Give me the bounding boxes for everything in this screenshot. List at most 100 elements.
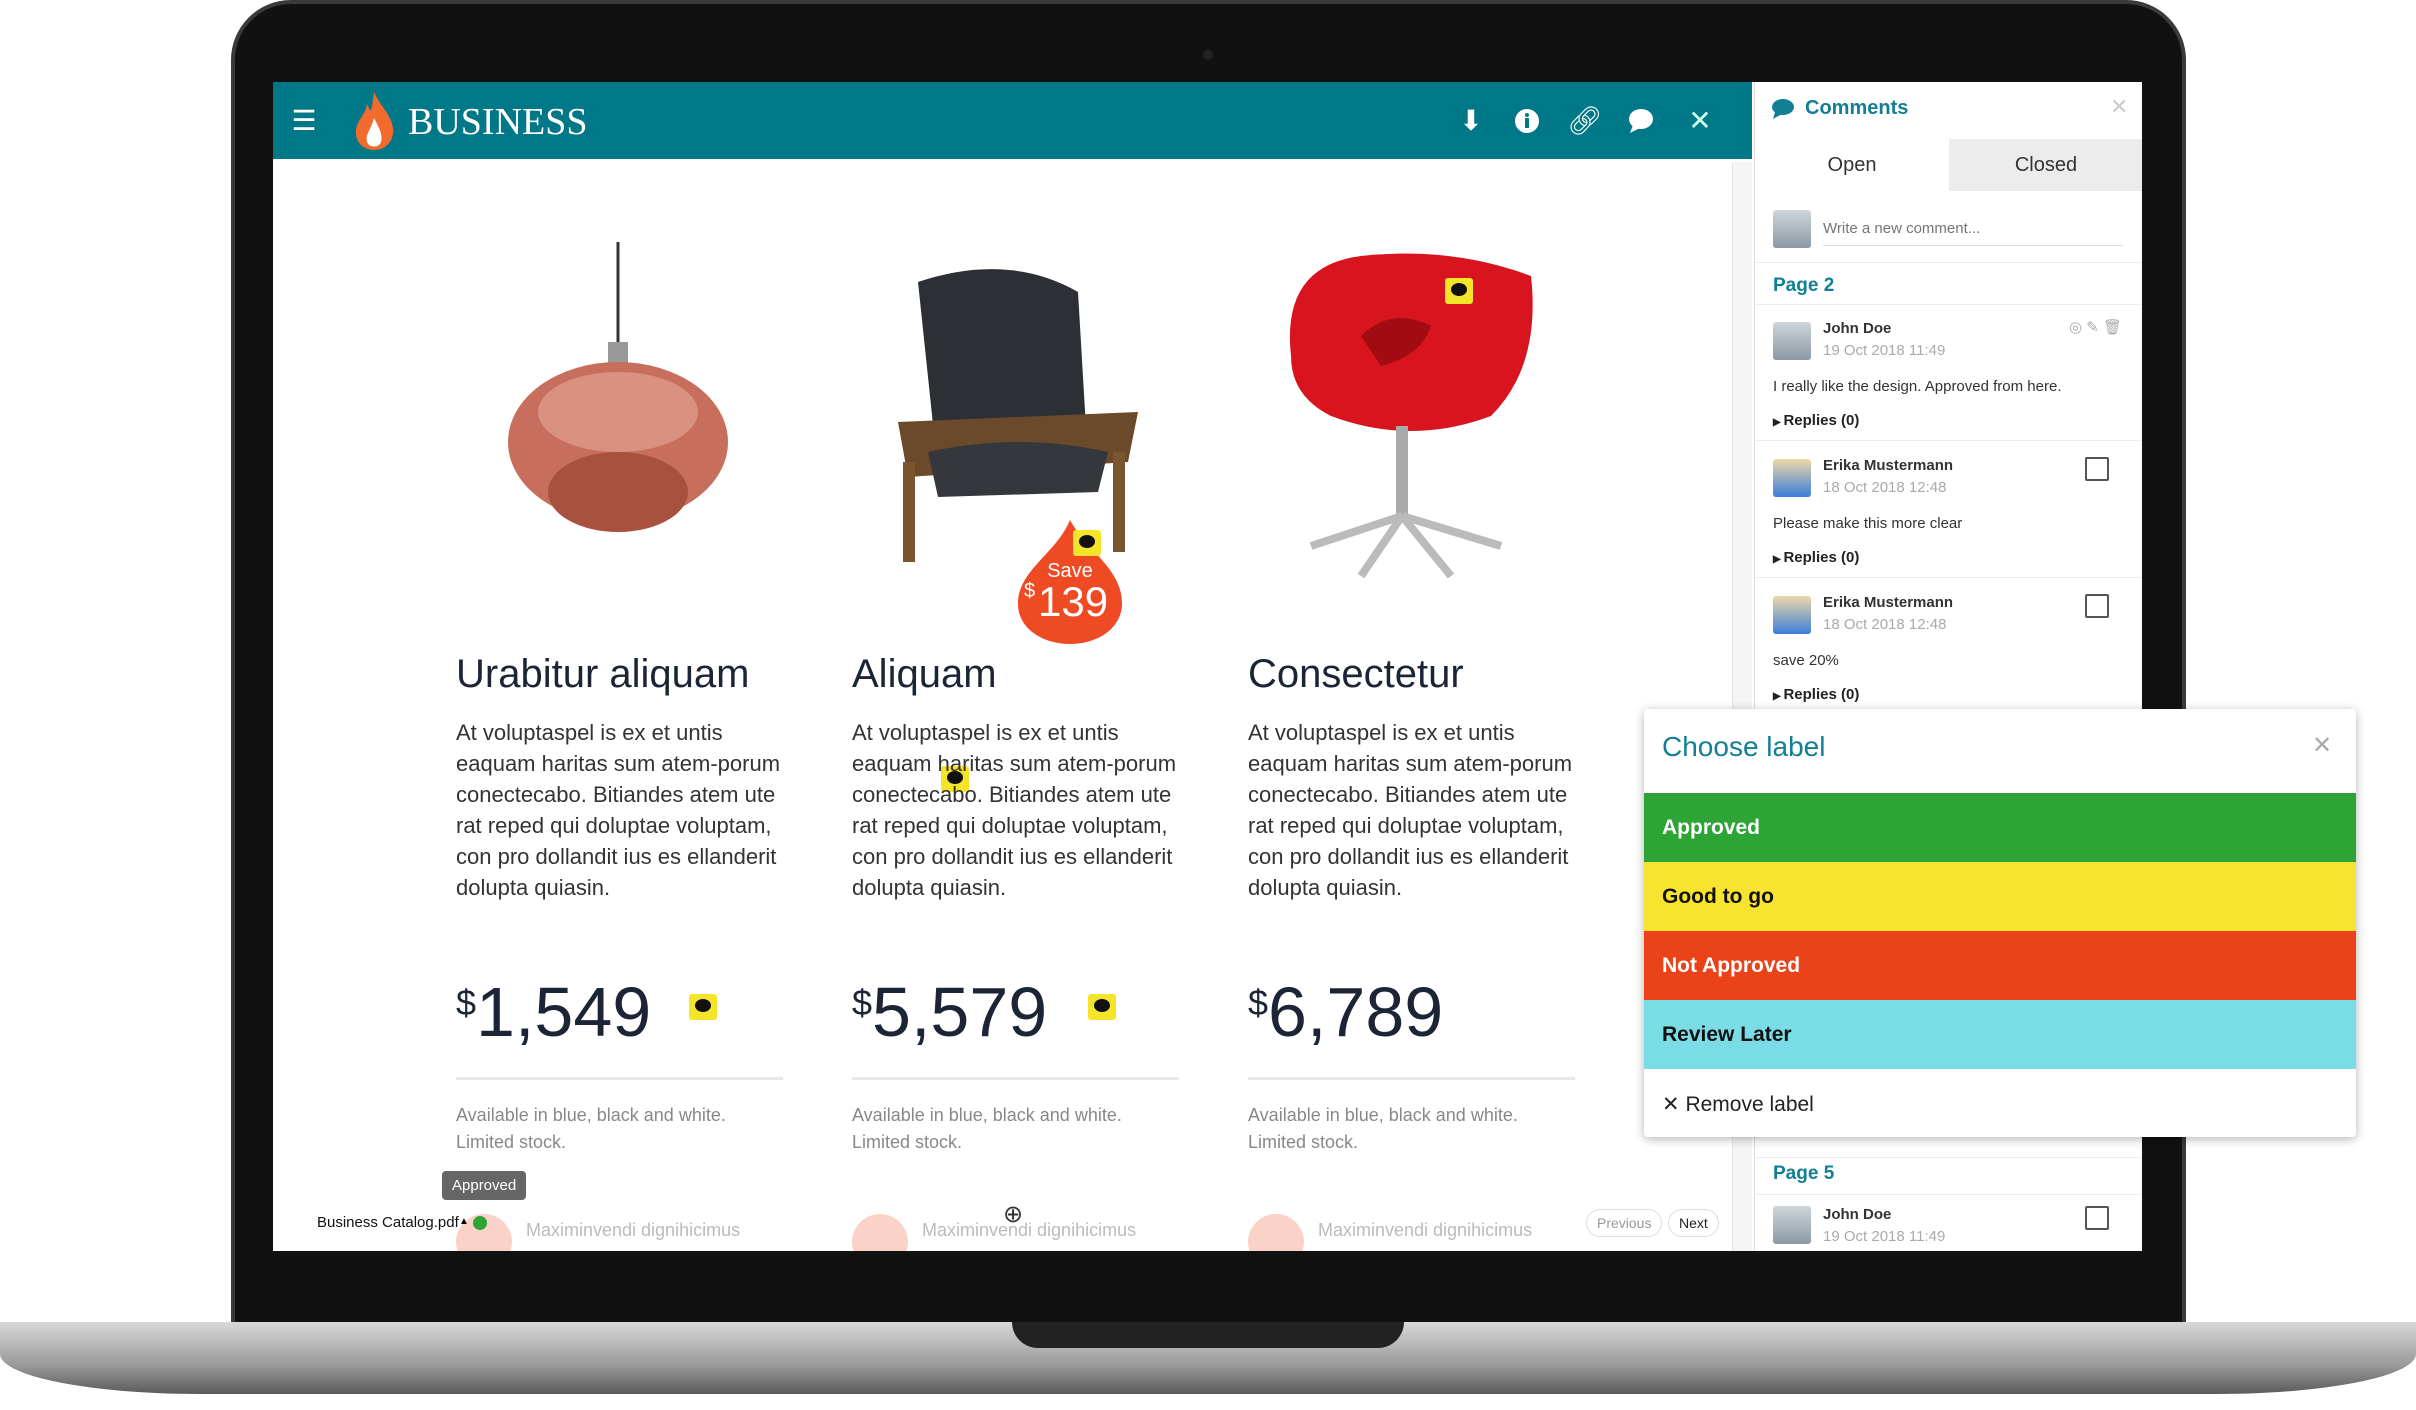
next-button[interactable]: Next [1668,1209,1719,1237]
feature-teaser: Maximinvendi dignihicimus [1318,1220,1533,1240]
resolve-checkbox[interactable] [2085,594,2109,618]
status-dot[interactable] [473,1216,487,1230]
comment-date: 18 Oct 2018 12:48 [1823,479,1947,496]
previous-button[interactable]: Previous [1586,1209,1663,1237]
label-option[interactable]: Not Approved [1644,931,2356,1000]
choose-label-dialog: Choose label ✕ Approved Good to go Not App… [1644,709,2356,1137]
comment-author: John Doe [1823,320,1892,337]
divider [1755,1194,2142,1195]
product-description: At voluptaspel is ex et untis eaquam har… [852,720,1177,900]
comment-date: 19 Oct 2018 11:49 [1823,342,1946,359]
label-option[interactable]: Review Later [1644,1000,2356,1069]
feature-teaser: Maximinvendi dignihicimus [526,1220,741,1240]
divider [1248,1077,1575,1080]
feature-teaser: Maximinvendi dignihicimus [922,1220,1137,1240]
download-icon[interactable]: ⬇ [1454,104,1488,138]
caret-right-icon: ▶ [1773,417,1784,428]
caret-right-icon: ▶ [1773,691,1784,702]
comment-marker[interactable] [689,994,717,1020]
tab-closed[interactable]: Closed [1949,139,2142,191]
remove-label-button[interactable]: ✕ Remove label [1644,1070,2356,1139]
save-badge: Save $ 139 [1016,520,1124,644]
link-icon[interactable]: 🔗︎ [1567,104,1603,138]
status-tooltip: Approved [442,1171,527,1200]
availability-text: Available in blue, black and white. [1248,1105,1518,1125]
stock-text: Limited stock. [852,1132,963,1152]
brand-name: BUSINESS [408,101,588,143]
stock-text: Limited stock. [1248,1132,1359,1152]
resolve-checkbox[interactable] [2085,457,2109,481]
app-header: ☰ BUSINESS ⬇ 🔗︎ ✕ [273,82,1752,159]
page-label: Page 5 [1773,1163,1835,1184]
comment-icon [1772,99,1794,119]
product-title: Consectetur [1248,652,1464,696]
close-panel-icon[interactable]: ✕ [2110,94,2128,120]
divider [1755,262,2142,263]
tab-open[interactable]: Open [1755,139,1949,191]
eye-icon[interactable]: ◎ [2069,319,2082,336]
edit-icon[interactable]: ✎ [2086,319,2099,336]
avatar [1773,459,1811,497]
page-label: Page 2 [1773,275,1835,296]
comment-author: John Doe [1823,1206,1892,1223]
divider [1755,1157,2142,1158]
camera [1203,50,1213,60]
product-price: $5,579 [852,973,1048,1051]
label-option[interactable]: Good to go [1644,862,2356,931]
avatar [1773,596,1811,634]
comment-actions: ◎ ✎ 🗑︎ [2069,318,2122,336]
availability-text: Available in blue, black and white. [852,1105,1122,1125]
comment-card[interactable]: John Doe 19 Oct 2018 11:49 [1755,1194,2142,1251]
close-icon[interactable]: ✕ [1683,104,1717,138]
comment-marker[interactable] [1073,530,1101,556]
replies-toggle[interactable]: ▶ Replies (0) [1773,549,1859,566]
label-option[interactable]: Approved [1644,793,2356,862]
comment-date: 19 Oct 2018 11:49 [1823,1228,1946,1245]
trash-icon[interactable]: 🗑︎ [2103,319,2122,336]
product-description: At voluptaspel is ex et untis eaquam har… [1248,720,1573,900]
divider [852,1077,1179,1080]
x-icon: ✕ [1662,1093,1686,1116]
product-title: Aliquam [852,652,997,696]
comment-text: I really like the design. Approved from … [1773,378,2062,395]
close-dialog-icon[interactable]: ✕ [2312,731,2332,760]
replies-toggle[interactable]: ▶ Replies (0) [1773,686,1859,703]
feature-icon [852,1214,908,1251]
zoom-in-icon[interactable]: ⊕ [1003,1200,1023,1229]
pendant-lamp-image [508,242,728,532]
comment-marker[interactable] [1088,994,1116,1020]
comment-text: Please make this more clear [1773,515,1963,532]
divider [456,1077,783,1080]
panel-title: Comments [1805,97,1909,119]
product-title: Urabitur aliquam [456,652,750,696]
comment-marker[interactable] [1445,278,1473,304]
availability-text: Available in blue, black and white. [456,1105,726,1125]
comment-author: Erika Mustermann [1823,594,1954,611]
avatar [1773,322,1811,360]
info-icon[interactable] [1510,104,1544,138]
red-swan-chair-image [1289,253,1533,579]
laptop-notch [1012,1322,1404,1348]
avatar [1773,1206,1811,1244]
comment-icon[interactable] [1624,104,1658,138]
avatar [1773,210,1811,248]
caret-right-icon: ▶ [1773,554,1784,565]
product-price: $1,549 [456,973,652,1051]
product-price: $6,789 [1248,973,1444,1051]
comment-card[interactable]: John Doe 19 Oct 2018 11:49 I really like… [1755,304,2142,441]
flame-logo-icon [355,92,394,150]
dialog-title: Choose label [1662,731,1826,762]
file-name[interactable]: Business Catalog.pdf [317,1214,459,1231]
replies-toggle[interactable]: ▶ Replies (0) [1773,412,1859,429]
comment-date: 18 Oct 2018 12:48 [1823,616,1947,633]
comment-text: save 20% [1773,652,1839,669]
resolve-checkbox[interactable] [2085,1206,2109,1230]
caret-up-icon[interactable]: ▲ [459,1216,469,1227]
feature-icon [1248,1214,1304,1251]
comment-author: Erika Mustermann [1823,457,1954,474]
product-description: At voluptaspel is ex et untis eaquam har… [456,720,781,900]
new-comment-input[interactable] [1823,212,2123,246]
comment-card[interactable]: Erika Mustermann 18 Oct 2018 12:48 Pleas… [1755,441,2142,578]
menu-icon[interactable]: ☰ [287,104,321,138]
comment-card[interactable]: Erika Mustermann 18 Oct 2018 12:48 save … [1755,578,2142,715]
